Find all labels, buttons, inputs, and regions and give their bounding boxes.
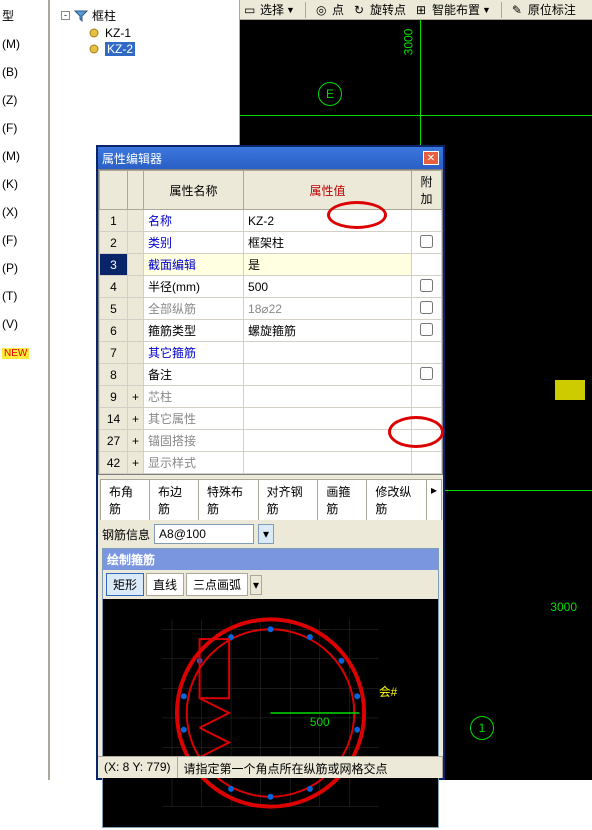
- gear-icon: [87, 27, 101, 39]
- coords-cell: (X: 8 Y: 779): [98, 757, 178, 778]
- col-rownum: [100, 171, 128, 210]
- smart-label: 智能布置: [432, 1, 480, 18]
- tree-item-label: KZ-2: [105, 42, 135, 56]
- tab-special-bar[interactable]: 特殊布筋: [198, 479, 259, 520]
- new-badge: NEW: [2, 348, 29, 359]
- dialog-title: 属性编辑器: [102, 150, 162, 167]
- left-panel: 型 (M) (B) (Z) (F) (M) (K) (X) (F) (P) (T…: [0, 0, 50, 780]
- property-editor-dialog: 属性编辑器 ✕ 属性名称 属性值 附加 1名称KZ-2 2类别框架柱 3截面编辑…: [96, 145, 445, 780]
- rebar-dropdown[interactable]: ▾: [258, 524, 274, 544]
- table-row[interactable]: 9+芯柱: [100, 386, 442, 408]
- rebar-tabs: 布角筋 布边筋 特殊布筋 对齐钢筋 画箍筋 修改纵筋 ▸: [98, 475, 443, 520]
- select-tool[interactable]: ▭选择▼: [244, 1, 295, 18]
- axis-bubble-1: 1: [470, 716, 494, 740]
- draw-panel: 绘制箍筋 矩形 直线 三点画弧 ▾: [102, 548, 439, 828]
- dimension-text: 3000: [550, 600, 577, 614]
- filter-icon: [74, 10, 88, 22]
- draw-rect-button[interactable]: 矩形: [106, 573, 144, 596]
- draw-header: 绘制箍筋: [103, 549, 438, 570]
- rebar-info-label: 钢筋信息: [102, 526, 150, 543]
- left-item[interactable]: (T): [2, 282, 46, 310]
- close-button[interactable]: ✕: [423, 151, 439, 165]
- table-row[interactable]: 4半径(mm)500: [100, 276, 442, 298]
- table-row[interactable]: 14+其它属性: [100, 408, 442, 430]
- section-canvas[interactable]: 500 会#: [103, 599, 438, 827]
- property-grid: 属性名称 属性值 附加 1名称KZ-2 2类别框架柱 3截面编辑是 4半径(mm…: [98, 169, 443, 475]
- select-label: 选择: [260, 1, 284, 18]
- left-item[interactable]: (F): [2, 226, 46, 254]
- tree-child[interactable]: KZ-1: [61, 25, 233, 41]
- gear-icon: [87, 43, 101, 55]
- dimension-text: 3000: [401, 29, 415, 56]
- draw-dropdown[interactable]: ▾: [250, 575, 262, 595]
- left-item[interactable]: (Z): [2, 86, 46, 114]
- tab-draw-stirrup[interactable]: 画箍筋: [317, 479, 367, 520]
- left-item[interactable]: (M): [2, 142, 46, 170]
- origin-annot-tool[interactable]: ✎原位标注: [512, 1, 576, 18]
- point-tool[interactable]: ◎点: [316, 1, 344, 18]
- tab-edge-bar[interactable]: 布边筋: [149, 479, 199, 520]
- table-row[interactable]: 2类别框架柱: [100, 232, 442, 254]
- extra-check[interactable]: [420, 279, 433, 292]
- tab-modify-long[interactable]: 修改纵筋: [366, 479, 427, 520]
- extra-check[interactable]: [420, 367, 433, 380]
- axis-bubble-e: E: [318, 82, 342, 106]
- table-row[interactable]: 5全部纵筋18⌀22: [100, 298, 442, 320]
- left-item[interactable]: (V): [2, 310, 46, 338]
- tab-more[interactable]: ▸: [426, 479, 442, 520]
- tree-root-label: 框柱: [92, 7, 116, 24]
- rebar-info-row: 钢筋信息 ▾: [98, 520, 443, 548]
- col-extra[interactable]: 附加: [412, 171, 442, 210]
- left-item[interactable]: (P): [2, 254, 46, 282]
- table-row[interactable]: 8备注: [100, 364, 442, 386]
- top-toolbar: ▭选择▼ ◎点 ↻旋转点 ⊞智能布置▼ ✎原位标注: [240, 0, 592, 20]
- tab-corner-bar[interactable]: 布角筋: [100, 479, 150, 520]
- left-item[interactable]: (K): [2, 170, 46, 198]
- col-value[interactable]: 属性值: [244, 171, 412, 210]
- table-row[interactable]: 1名称KZ-2: [100, 210, 442, 232]
- tree-item-label: KZ-1: [105, 26, 131, 40]
- table-row[interactable]: 7其它箍筋: [100, 342, 442, 364]
- left-item[interactable]: (X): [2, 198, 46, 226]
- draw-line-button[interactable]: 直线: [146, 573, 184, 596]
- rotate-label: 旋转点: [370, 1, 406, 18]
- hint-cell: 请指定第一个角点所在纵筋或网格交点: [178, 757, 444, 778]
- point-label: 点: [332, 1, 344, 18]
- draw-arc-button[interactable]: 三点画弧: [186, 573, 248, 596]
- left-item[interactable]: (B): [2, 58, 46, 86]
- extra-check[interactable]: [420, 235, 433, 248]
- rotate-point-tool[interactable]: ↻旋转点: [354, 1, 406, 18]
- left-item[interactable]: (F): [2, 114, 46, 142]
- collapse-icon[interactable]: -: [61, 11, 70, 20]
- tree-root[interactable]: - 框柱: [61, 6, 233, 25]
- svg-text:会#: 会#: [379, 685, 398, 699]
- draw-tools: 矩形 直线 三点画弧 ▾: [103, 570, 438, 599]
- table-row[interactable]: 42+显示样式: [100, 452, 442, 474]
- col-name[interactable]: 属性名称: [144, 171, 244, 210]
- left-item[interactable]: 型: [2, 2, 46, 30]
- table-row-selected[interactable]: 3截面编辑是: [100, 254, 442, 276]
- left-item[interactable]: (M): [2, 30, 46, 58]
- table-row[interactable]: 27+锚固搭接: [100, 430, 442, 452]
- smart-place-tool[interactable]: ⊞智能布置▼: [416, 1, 491, 18]
- section-dim: 500: [310, 715, 330, 729]
- tree-child-selected[interactable]: KZ-2: [61, 41, 233, 57]
- extra-check[interactable]: [420, 301, 433, 314]
- dialog-titlebar[interactable]: 属性编辑器 ✕: [98, 147, 443, 169]
- tab-align-bar[interactable]: 对齐钢筋: [258, 479, 319, 520]
- table-row[interactable]: 6箍筋类型螺旋箍筋: [100, 320, 442, 342]
- extra-check[interactable]: [420, 323, 433, 336]
- origin-label: 原位标注: [528, 1, 576, 18]
- status-bar: (X: 8 Y: 779) 请指定第一个角点所在纵筋或网格交点: [98, 756, 443, 778]
- rebar-info-input[interactable]: [154, 524, 254, 544]
